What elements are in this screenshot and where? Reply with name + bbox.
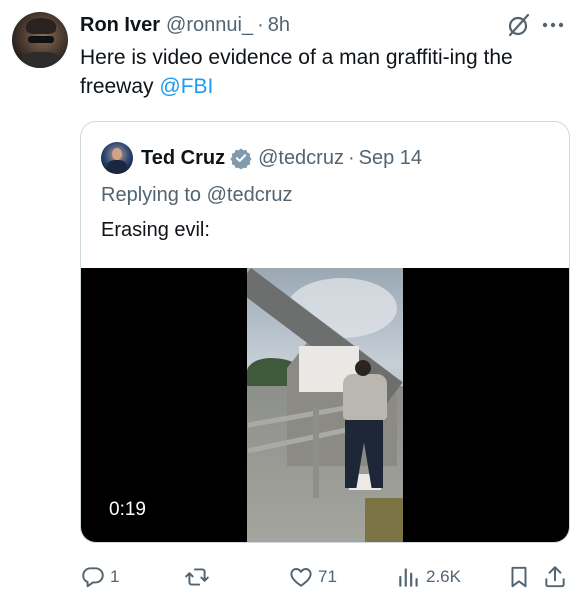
tweet-text-body: Here is video evidence of a man graffiti… [80,46,513,98]
bookmark-button[interactable] [506,563,532,591]
avatar-hair [26,18,56,34]
verified-badge-icon [230,147,252,169]
views-icon [396,564,422,590]
video-frame [247,268,403,542]
bookmark-icon [506,564,532,590]
tweet-time[interactable]: 8h [268,14,290,37]
repost-button[interactable] [184,563,214,591]
video-player[interactable]: 0:19 [81,268,569,542]
quoted-author-name[interactable]: Ted Cruz [141,147,225,170]
reply-button[interactable]: 1 [80,563,119,591]
author-avatar[interactable] [12,12,68,68]
author-handle[interactable]: @ronnui_ [166,14,253,37]
tweet-text: Here is video evidence of a man graffiti… [80,43,560,101]
video-railing-post [313,408,319,498]
avatar-glasses [28,36,54,43]
quoted-tweet-card[interactable]: Ted Cruz @tedcruz · Sep 14 Replying to @… [80,121,570,543]
quoted-tweet-header: Ted Cruz @tedcruz · Sep 14 [101,142,422,174]
repost-icon [184,564,210,590]
quoted-author-handle[interactable]: @tedcruz [258,147,344,170]
video-man-shirt [343,374,387,420]
author-name[interactable]: Ron Iver [80,14,160,37]
share-icon [542,564,568,590]
quoted-separator-dot: · [347,146,355,169]
like-count: 71 [318,567,337,586]
mention-link[interactable]: @FBI [159,75,213,98]
tweet-action-bar: 1 71 2.6K [80,563,572,591]
video-duration: 0:19 [109,499,146,520]
quoted-avatar-face [112,148,122,160]
quoted-tweet-date[interactable]: Sep 14 [359,147,422,170]
reply-icon [80,564,106,590]
video-man-head [355,360,371,376]
quoted-author-avatar[interactable] [101,142,133,174]
views-count: 2.6K [426,567,461,586]
separator-dot: · [257,13,264,36]
grok-slash-icon[interactable] [506,12,532,38]
share-button[interactable] [542,563,568,591]
quoted-tweet-text: Erasing evil: [101,219,210,241]
reply-count: 1 [110,567,120,586]
video-grass [365,498,403,542]
like-button[interactable]: 71 [288,563,337,591]
quoted-avatar-suit [107,160,127,174]
views-button[interactable]: 2.6K [396,563,461,591]
tweet-top-actions [506,12,566,38]
more-horizontal-icon[interactable] [540,12,566,38]
heart-icon [288,564,314,590]
replying-to-label: Replying to @tedcruz [101,184,293,206]
tweet-header: Ron Iver @ronnui_ · 8h [80,13,290,37]
avatar-body [20,52,62,68]
